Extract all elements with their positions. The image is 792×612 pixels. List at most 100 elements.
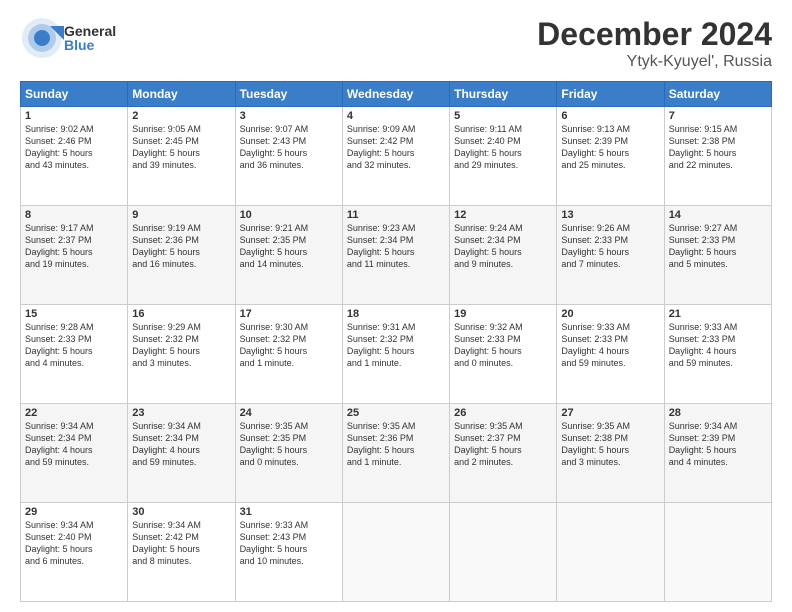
calendar-cell: 16Sunrise: 9:29 AMSunset: 2:32 PMDayligh…	[128, 305, 235, 404]
day-number: 31	[240, 506, 338, 518]
day-info: Sunrise: 9:26 AMSunset: 2:33 PMDaylight:…	[561, 222, 659, 271]
day-info: Sunrise: 9:34 AMSunset: 2:34 PMDaylight:…	[25, 420, 123, 469]
calendar-cell: 2Sunrise: 9:05 AMSunset: 2:45 PMDaylight…	[128, 107, 235, 206]
calendar-week-5: 29Sunrise: 9:34 AMSunset: 2:40 PMDayligh…	[21, 503, 772, 602]
calendar-cell: 11Sunrise: 9:23 AMSunset: 2:34 PMDayligh…	[342, 206, 449, 305]
weekday-wednesday: Wednesday	[342, 82, 449, 107]
calendar-cell: 24Sunrise: 9:35 AMSunset: 2:35 PMDayligh…	[235, 404, 342, 503]
day-number: 23	[132, 407, 230, 419]
day-number: 28	[669, 407, 767, 419]
weekday-monday: Monday	[128, 82, 235, 107]
calendar-subtitle: Ytyk-Kyuyel', Russia	[537, 53, 772, 71]
calendar-cell: 3Sunrise: 9:07 AMSunset: 2:43 PMDaylight…	[235, 107, 342, 206]
calendar-cell: 14Sunrise: 9:27 AMSunset: 2:33 PMDayligh…	[664, 206, 771, 305]
day-info: Sunrise: 9:33 AMSunset: 2:43 PMDaylight:…	[240, 519, 338, 568]
calendar-cell: 1Sunrise: 9:02 AMSunset: 2:46 PMDaylight…	[21, 107, 128, 206]
day-info: Sunrise: 9:34 AMSunset: 2:42 PMDaylight:…	[132, 519, 230, 568]
weekday-saturday: Saturday	[664, 82, 771, 107]
day-info: Sunrise: 9:28 AMSunset: 2:33 PMDaylight:…	[25, 321, 123, 370]
title-block: December 2024 Ytyk-Kyuyel', Russia	[537, 16, 772, 71]
calendar-cell: 8Sunrise: 9:17 AMSunset: 2:37 PMDaylight…	[21, 206, 128, 305]
day-number: 26	[454, 407, 552, 419]
day-number: 16	[132, 308, 230, 320]
day-info: Sunrise: 9:30 AMSunset: 2:32 PMDaylight:…	[240, 321, 338, 370]
calendar-cell: 12Sunrise: 9:24 AMSunset: 2:34 PMDayligh…	[450, 206, 557, 305]
day-info: Sunrise: 9:27 AMSunset: 2:33 PMDaylight:…	[669, 222, 767, 271]
calendar-cell: 5Sunrise: 9:11 AMSunset: 2:40 PMDaylight…	[450, 107, 557, 206]
day-number: 22	[25, 407, 123, 419]
day-number: 20	[561, 308, 659, 320]
calendar-cell: 26Sunrise: 9:35 AMSunset: 2:37 PMDayligh…	[450, 404, 557, 503]
calendar-cell: 7Sunrise: 9:15 AMSunset: 2:38 PMDaylight…	[664, 107, 771, 206]
day-info: Sunrise: 9:35 AMSunset: 2:35 PMDaylight:…	[240, 420, 338, 469]
day-info: Sunrise: 9:35 AMSunset: 2:37 PMDaylight:…	[454, 420, 552, 469]
day-number: 14	[669, 209, 767, 221]
weekday-header-row: SundayMondayTuesdayWednesdayThursdayFrid…	[21, 82, 772, 107]
calendar-cell: 25Sunrise: 9:35 AMSunset: 2:36 PMDayligh…	[342, 404, 449, 503]
logo-general-text: General	[64, 24, 116, 38]
calendar-cell	[450, 503, 557, 602]
day-number: 2	[132, 110, 230, 122]
calendar-cell: 27Sunrise: 9:35 AMSunset: 2:38 PMDayligh…	[557, 404, 664, 503]
day-info: Sunrise: 9:34 AMSunset: 2:39 PMDaylight:…	[669, 420, 767, 469]
day-info: Sunrise: 9:32 AMSunset: 2:33 PMDaylight:…	[454, 321, 552, 370]
logo-icon	[20, 16, 64, 60]
calendar-title: December 2024	[537, 16, 772, 53]
calendar-cell: 29Sunrise: 9:34 AMSunset: 2:40 PMDayligh…	[21, 503, 128, 602]
day-info: Sunrise: 9:33 AMSunset: 2:33 PMDaylight:…	[561, 321, 659, 370]
day-info: Sunrise: 9:21 AMSunset: 2:35 PMDaylight:…	[240, 222, 338, 271]
calendar-cell: 30Sunrise: 9:34 AMSunset: 2:42 PMDayligh…	[128, 503, 235, 602]
day-number: 29	[25, 506, 123, 518]
day-number: 21	[669, 308, 767, 320]
calendar-cell: 23Sunrise: 9:34 AMSunset: 2:34 PMDayligh…	[128, 404, 235, 503]
calendar-cell: 17Sunrise: 9:30 AMSunset: 2:32 PMDayligh…	[235, 305, 342, 404]
day-info: Sunrise: 9:34 AMSunset: 2:40 PMDaylight:…	[25, 519, 123, 568]
calendar-cell: 18Sunrise: 9:31 AMSunset: 2:32 PMDayligh…	[342, 305, 449, 404]
calendar-cell: 20Sunrise: 9:33 AMSunset: 2:33 PMDayligh…	[557, 305, 664, 404]
calendar-table: SundayMondayTuesdayWednesdayThursdayFrid…	[20, 81, 772, 602]
calendar-cell: 15Sunrise: 9:28 AMSunset: 2:33 PMDayligh…	[21, 305, 128, 404]
calendar-cell: 9Sunrise: 9:19 AMSunset: 2:36 PMDaylight…	[128, 206, 235, 305]
calendar-cell: 10Sunrise: 9:21 AMSunset: 2:35 PMDayligh…	[235, 206, 342, 305]
day-number: 10	[240, 209, 338, 221]
day-number: 4	[347, 110, 445, 122]
calendar-week-4: 22Sunrise: 9:34 AMSunset: 2:34 PMDayligh…	[21, 404, 772, 503]
day-info: Sunrise: 9:05 AMSunset: 2:45 PMDaylight:…	[132, 123, 230, 172]
day-number: 17	[240, 308, 338, 320]
day-number: 15	[25, 308, 123, 320]
day-number: 3	[240, 110, 338, 122]
day-number: 13	[561, 209, 659, 221]
day-number: 18	[347, 308, 445, 320]
day-info: Sunrise: 9:07 AMSunset: 2:43 PMDaylight:…	[240, 123, 338, 172]
day-number: 24	[240, 407, 338, 419]
day-info: Sunrise: 9:29 AMSunset: 2:32 PMDaylight:…	[132, 321, 230, 370]
calendar-cell	[342, 503, 449, 602]
day-info: Sunrise: 9:31 AMSunset: 2:32 PMDaylight:…	[347, 321, 445, 370]
day-info: Sunrise: 9:23 AMSunset: 2:34 PMDaylight:…	[347, 222, 445, 271]
day-info: Sunrise: 9:02 AMSunset: 2:46 PMDaylight:…	[25, 123, 123, 172]
day-info: Sunrise: 9:15 AMSunset: 2:38 PMDaylight:…	[669, 123, 767, 172]
day-info: Sunrise: 9:11 AMSunset: 2:40 PMDaylight:…	[454, 123, 552, 172]
calendar-week-1: 1Sunrise: 9:02 AMSunset: 2:46 PMDaylight…	[21, 107, 772, 206]
day-number: 8	[25, 209, 123, 221]
calendar-cell: 13Sunrise: 9:26 AMSunset: 2:33 PMDayligh…	[557, 206, 664, 305]
day-number: 6	[561, 110, 659, 122]
day-number: 9	[132, 209, 230, 221]
calendar-cell: 6Sunrise: 9:13 AMSunset: 2:39 PMDaylight…	[557, 107, 664, 206]
day-number: 11	[347, 209, 445, 221]
day-number: 25	[347, 407, 445, 419]
calendar-cell: 19Sunrise: 9:32 AMSunset: 2:33 PMDayligh…	[450, 305, 557, 404]
calendar-cell: 31Sunrise: 9:33 AMSunset: 2:43 PMDayligh…	[235, 503, 342, 602]
calendar-cell	[557, 503, 664, 602]
calendar-cell	[664, 503, 771, 602]
calendar-cell: 22Sunrise: 9:34 AMSunset: 2:34 PMDayligh…	[21, 404, 128, 503]
day-number: 5	[454, 110, 552, 122]
page: General Blue December 2024 Ytyk-Kyuyel',…	[0, 0, 792, 612]
day-number: 19	[454, 308, 552, 320]
day-info: Sunrise: 9:35 AMSunset: 2:36 PMDaylight:…	[347, 420, 445, 469]
calendar-week-3: 15Sunrise: 9:28 AMSunset: 2:33 PMDayligh…	[21, 305, 772, 404]
weekday-thursday: Thursday	[450, 82, 557, 107]
weekday-friday: Friday	[557, 82, 664, 107]
logo-blue-text: Blue	[64, 38, 116, 52]
calendar-cell: 4Sunrise: 9:09 AMSunset: 2:42 PMDaylight…	[342, 107, 449, 206]
